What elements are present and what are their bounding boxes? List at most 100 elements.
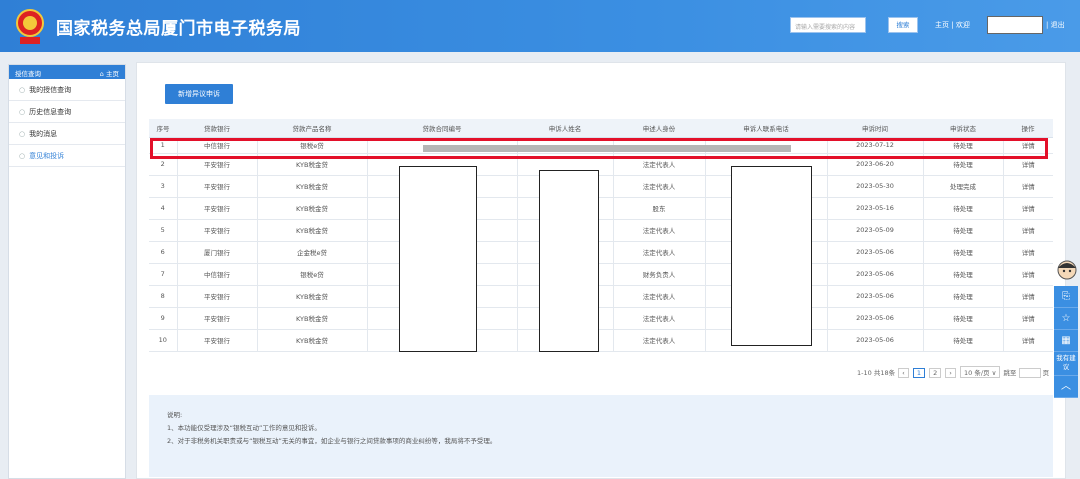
cell-no: 7 [149, 263, 178, 286]
top-links: 主页 | 欢迎 [935, 20, 970, 30]
col-header: 申诉状态 [923, 119, 1003, 138]
cell-status: 待处理 [923, 197, 1004, 220]
cell-bank: 平安银行 [177, 329, 258, 352]
calculator-icon[interactable]: ▦ [1054, 330, 1078, 352]
jump-input[interactable] [1018, 368, 1041, 378]
back-to-top-icon[interactable]: ︿ [1054, 376, 1078, 398]
cell-status: 待处理 [923, 263, 1004, 286]
sidebar-item-label: 我的消息 [29, 130, 58, 138]
redacted-contract-bar [423, 145, 791, 152]
table-row: 9 平安银行 KYB税金贷 法定代表人 2023-05-06 待处理 详情 [149, 307, 1053, 330]
cell-status: 待处理 [923, 329, 1004, 352]
search-button[interactable]: 搜索 [888, 17, 918, 33]
cell-bank: 平安银行 [177, 285, 258, 308]
col-header: 操作 [1003, 119, 1053, 138]
new-appeal-button[interactable]: 新增异议申诉 [165, 84, 233, 104]
cell-time: 2023-05-06 [827, 329, 924, 352]
logout-link[interactable]: | 退出 [1046, 20, 1065, 30]
col-header: 申诉人姓名 [517, 119, 613, 138]
cell-bank: 平安银行 [177, 219, 258, 242]
sidebar-header: 授信查询 ⌂ 主页 [9, 65, 125, 79]
ticket-icon[interactable]: ⎘ [1054, 286, 1078, 308]
col-header: 贷款产品名称 [257, 119, 367, 138]
cell-time: 2023-05-06 [827, 241, 924, 264]
prev-page-button[interactable]: ‹ [898, 368, 909, 378]
next-page-button[interactable]: › [945, 368, 956, 378]
cell-no: 9 [149, 307, 178, 330]
detail-link[interactable]: 详情 [1003, 219, 1053, 242]
notes-title: 说明: [167, 411, 183, 419]
sidebar-item-label: 意见和投诉 [29, 152, 65, 160]
cell-identity: 财务负责人 [613, 263, 706, 286]
cell-no: 5 [149, 219, 178, 242]
cell-status: 待处理 [923, 307, 1004, 330]
bullet-icon: ○ [19, 86, 26, 94]
star-icon[interactable]: ☆ [1054, 308, 1078, 330]
page-1-button[interactable]: 1 [912, 368, 925, 378]
tax-emblem-icon [16, 9, 44, 44]
cell-bank: 中信银行 [177, 263, 258, 286]
home-link[interactable]: 主页 [935, 21, 949, 29]
sidebar-item-history[interactable]: ○ 历史信息查询 [9, 101, 125, 123]
cell-identity: 法定代表人 [613, 219, 706, 242]
cell-status: 待处理 [923, 241, 1004, 264]
cell-status: 处理完成 [923, 175, 1004, 198]
bullet-icon: ○ [19, 108, 26, 116]
search-input[interactable]: 请输入需要搜索的内容 [790, 17, 866, 33]
detail-link[interactable]: 详情 [1003, 175, 1053, 198]
cell-time: 2023-05-06 [827, 263, 924, 286]
col-header: 贷款合同编号 [367, 119, 517, 138]
detail-link[interactable]: 详情 [1003, 197, 1053, 220]
sidebar-item-complaints[interactable]: ○ 意见和投诉 [9, 145, 125, 167]
cell-no: 4 [149, 197, 178, 220]
detail-link[interactable]: 详情 [1003, 307, 1053, 330]
table-row: 8 平安银行 KYB税金贷 法定代表人 2023-05-06 待处理 详情 [149, 285, 1053, 308]
sidebar-item-messages[interactable]: ○ 我的消息 [9, 123, 125, 145]
cell-no: 10 [149, 329, 178, 352]
page-size-select[interactable]: 10 条/页 ∨ [959, 366, 1001, 378]
cell-time: 2023-05-30 [827, 175, 924, 198]
sidebar-item-my-credit[interactable]: ○ 我的授信查询 [9, 79, 125, 101]
sidebar-home-link[interactable]: ⌂ 主页 [100, 68, 119, 78]
site-title: 国家税务总局厦门市电子税务局 [56, 19, 301, 39]
cell-identity: 法定代表人 [613, 307, 706, 330]
detail-link[interactable]: 详情 [1003, 329, 1053, 352]
table-row: 6 厦门银行 企金税e贷 法定代表人 2023-05-06 待处理 详情 [149, 241, 1053, 264]
sidebar: 授信查询 ⌂ 主页 ○ 我的授信查询 ○ 历史信息查询 ○ 我的消息 ○ 意见和投诉 [8, 64, 126, 479]
jump-label: 跳至 [1003, 369, 1017, 377]
cell-status: 待处理 [923, 219, 1004, 242]
cell-no: 6 [149, 241, 178, 264]
page-2-button[interactable]: 2 [929, 368, 942, 378]
redacted-contract-column [399, 166, 477, 352]
cell-product: KYB税金贷 [257, 329, 368, 352]
cell-identity: 股东 [613, 197, 706, 220]
cell-product: KYB税金贷 [257, 197, 368, 220]
top-bar: 国家税务总局厦门市电子税务局 请输入需要搜索的内容 搜索 主页 | 欢迎 | 退… [0, 0, 1080, 52]
assistant-avatar-icon[interactable] [1050, 258, 1080, 284]
cell-product: 银税e贷 [257, 263, 368, 286]
cell-bank: 平安银行 [177, 175, 258, 198]
cell-bank: 平安银行 [177, 197, 258, 220]
cell-time: 2023-05-09 [827, 219, 924, 242]
pager-summary: 1-10 共18条 [857, 369, 896, 377]
col-header: 序号 [149, 119, 177, 138]
detail-link[interactable]: 详情 [1003, 285, 1053, 308]
cell-no: 8 [149, 285, 178, 308]
detail-link[interactable]: 详情 [1003, 241, 1053, 264]
cell-product: 企金税e贷 [257, 241, 368, 264]
cell-product: KYB税金贷 [257, 175, 368, 198]
cell-product: KYB税金贷 [257, 307, 368, 330]
username-redacted [987, 16, 1043, 34]
table-row: 7 中信银行 银税e贷 财务负责人 2023-05-06 待处理 详情 [149, 263, 1053, 286]
bullet-icon: ○ [19, 152, 26, 160]
table-header: 序号 贷款银行 贷款产品名称 贷款合同编号 申诉人姓名 申述人身份 申诉人联系电… [149, 119, 1053, 138]
cell-identity: 法定代表人 [613, 285, 706, 308]
redacted-name-column [539, 170, 599, 352]
main-panel: 新增异议申诉 序号 贷款银行 贷款产品名称 贷款合同编号 申诉人姓名 申述人身份… [136, 62, 1066, 479]
sidebar-title: 授信查询 [15, 70, 41, 78]
detail-link[interactable]: 详情 [1003, 263, 1053, 286]
floating-toolbar: ⎘ ☆ ▦ 我有建议 ︿ [1050, 258, 1080, 398]
notes-line: 2、对于非税务机关职责或与“银税互动”无关的事宜，如企业与银行之间贷款事项的商业… [167, 437, 497, 445]
suggestion-button[interactable]: 我有建议 [1054, 352, 1078, 376]
bullet-icon: ○ [19, 130, 26, 138]
